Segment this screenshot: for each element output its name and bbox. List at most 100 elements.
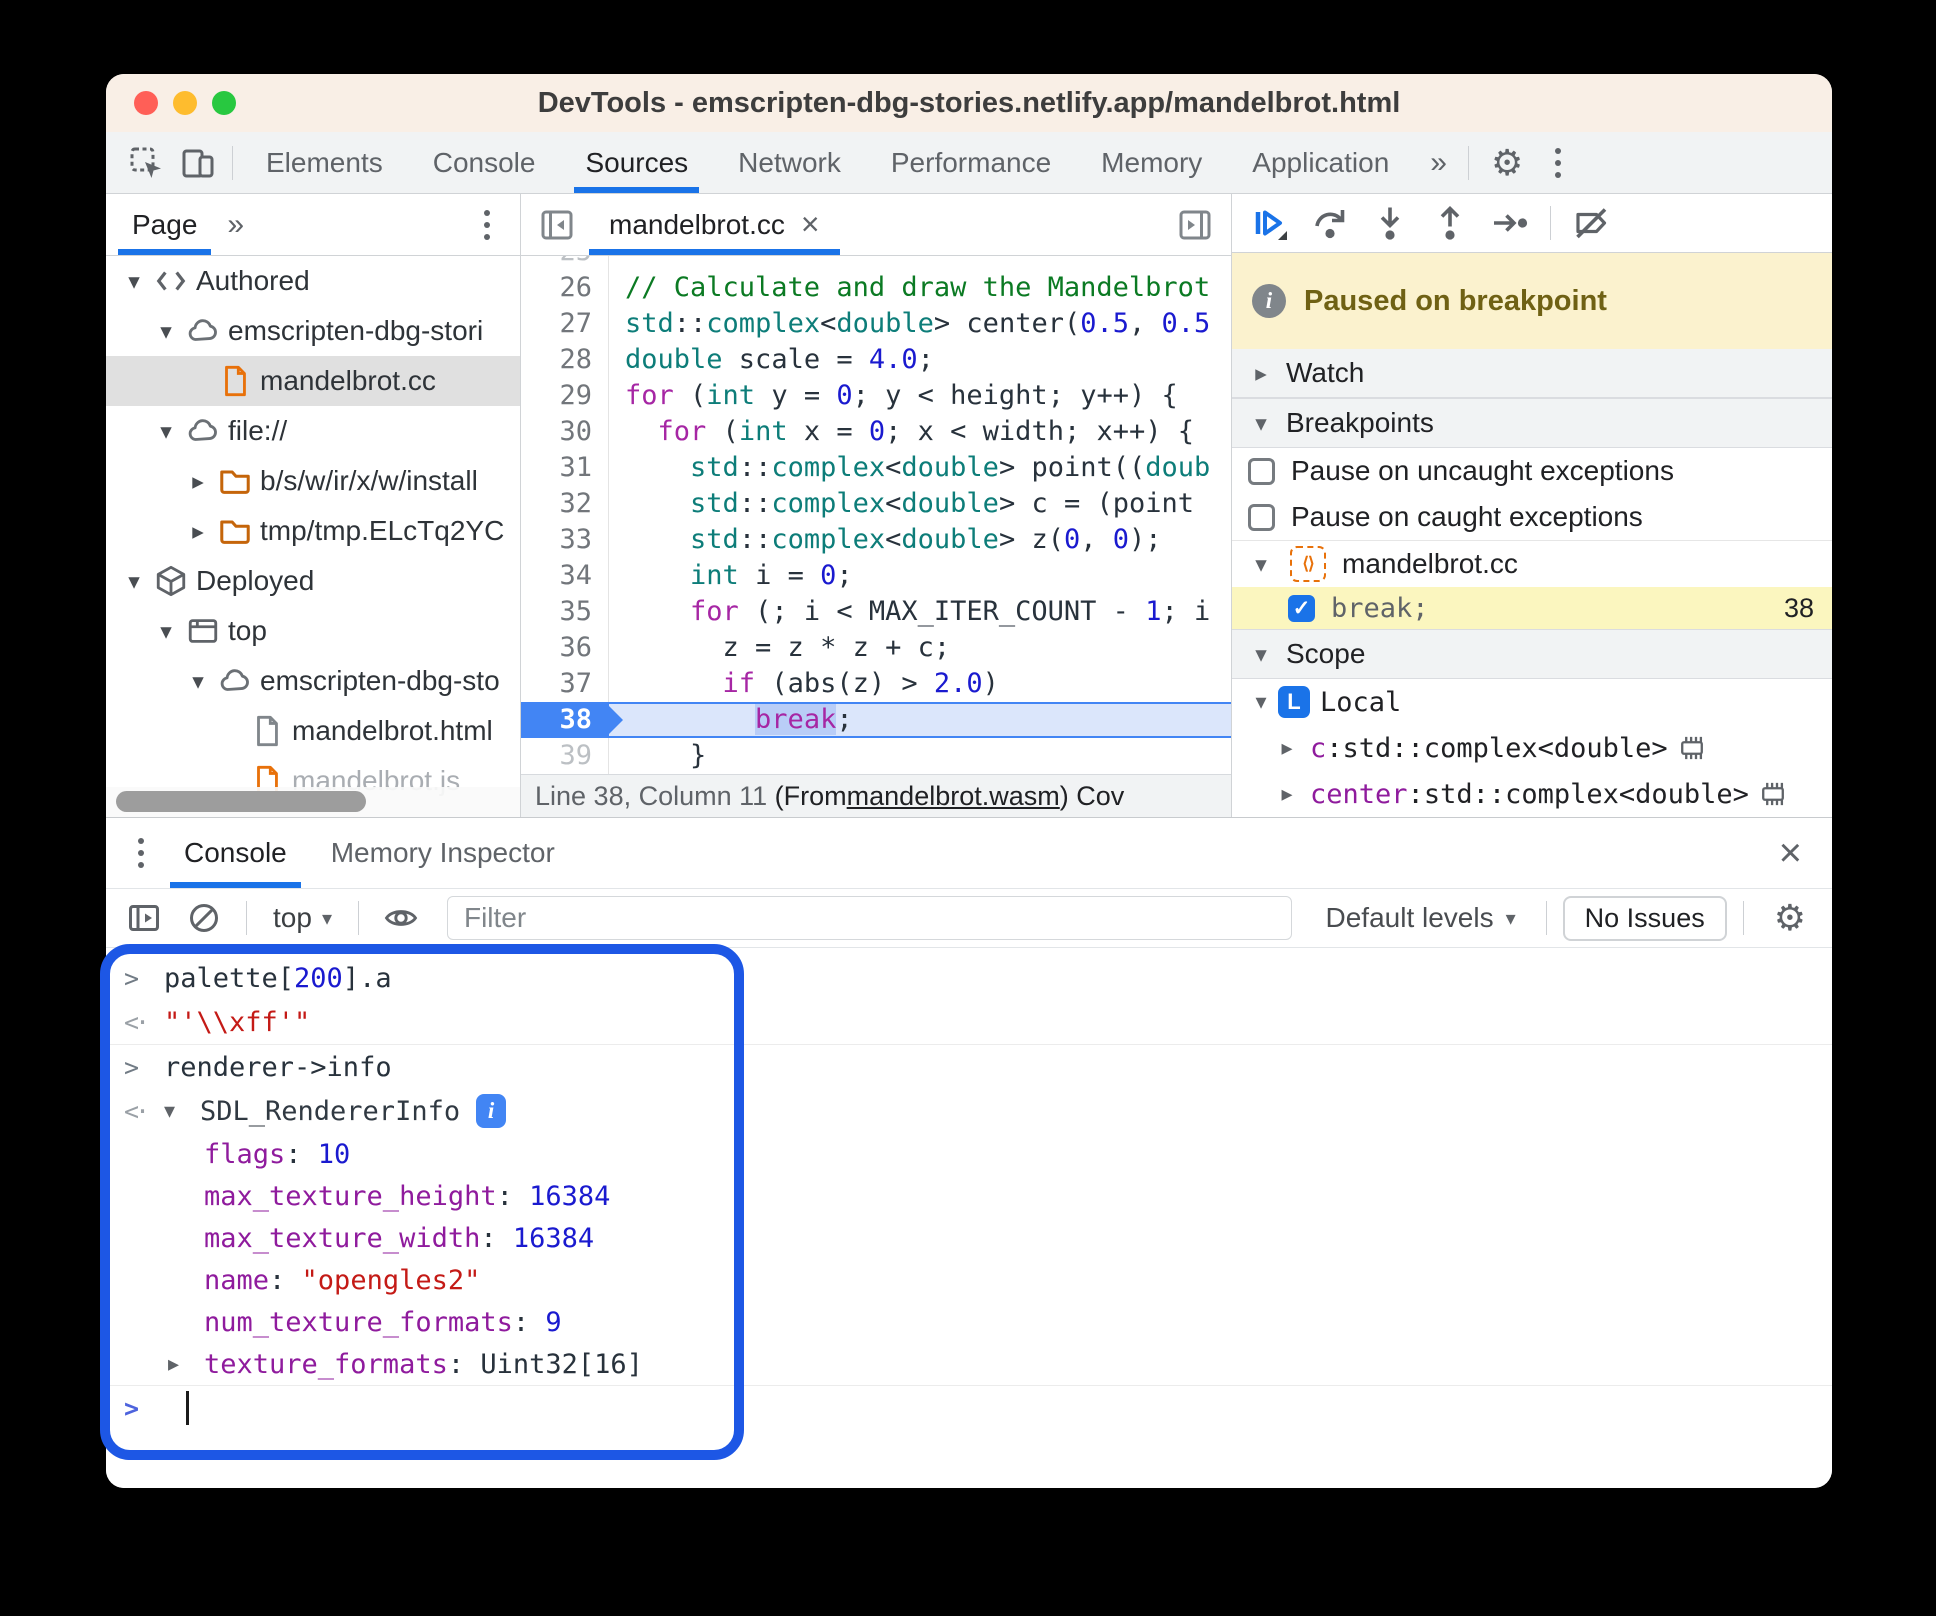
line-number[interactable]: 25 bbox=[521, 256, 609, 270]
chevron-down-icon[interactable]: ▾ bbox=[118, 268, 150, 295]
chevron-right-icon[interactable]: ▸ bbox=[168, 1351, 204, 1377]
console-prompt-input[interactable]: > bbox=[106, 1386, 1832, 1430]
tree-item-emscripten-dbg-sto[interactable]: ▾ emscripten-dbg-sto bbox=[106, 656, 520, 706]
code-line-27[interactable]: 27 std::complex<double> center(0.5, 0.5 bbox=[521, 306, 1231, 342]
sidebar-hscroll-thumb[interactable] bbox=[116, 791, 366, 812]
code-line-32[interactable]: 32 std::complex<double> c = (point bbox=[521, 486, 1231, 522]
close-tab-icon[interactable]: × bbox=[801, 206, 820, 243]
close-drawer-icon[interactable]: × bbox=[1763, 833, 1818, 873]
code-line-36[interactable]: 36 z = z * z + c; bbox=[521, 630, 1231, 666]
log-levels-select[interactable]: Default levels ▾ bbox=[1312, 902, 1530, 934]
breakpoint-file-row[interactable]: ▾ ⟨⟩ mandelbrot.cc bbox=[1232, 540, 1832, 587]
chevron-down-icon[interactable]: ▾ bbox=[150, 618, 182, 645]
expand-debugger-icon[interactable] bbox=[1169, 199, 1221, 251]
line-number[interactable]: 34 bbox=[521, 558, 609, 594]
tree-item-b-s-w-ir-x-w-install[interactable]: ▸ b/s/w/ir/x/w/install bbox=[106, 456, 520, 506]
code-line-35[interactable]: 35 for (; i < MAX_ITER_COUNT - 1; i bbox=[521, 594, 1231, 630]
code-line-34[interactable]: 34 int i = 0; bbox=[521, 558, 1231, 594]
tab-performance[interactable]: Performance bbox=[866, 132, 1076, 193]
clear-console-icon[interactable] bbox=[178, 892, 230, 944]
console-filter-input[interactable] bbox=[446, 896, 1292, 940]
minimize-window-button[interactable] bbox=[173, 91, 197, 115]
live-expression-eye-icon[interactable] bbox=[375, 892, 427, 944]
collapse-sidebar-icon[interactable] bbox=[531, 199, 583, 251]
line-number[interactable]: 39 bbox=[521, 738, 609, 774]
tab-network[interactable]: Network bbox=[713, 132, 866, 193]
chevron-right-icon[interactable]: ▸ bbox=[182, 518, 214, 545]
no-issues-button[interactable]: No Issues bbox=[1562, 895, 1727, 941]
code-line-33[interactable]: 33 std::complex<double> z(0, 0); bbox=[521, 522, 1231, 558]
pause-caught-checkbox[interactable] bbox=[1248, 503, 1275, 531]
more-navigator-tabs-icon[interactable]: » bbox=[211, 208, 257, 242]
breakpoint-entry-row[interactable]: ✓ break; 38 bbox=[1232, 587, 1832, 629]
code-line-26[interactable]: 26 // Calculate and draw the Mandelbrot bbox=[521, 270, 1231, 306]
close-window-button[interactable] bbox=[134, 91, 158, 115]
inspect-element-icon[interactable] bbox=[120, 137, 172, 189]
step-into-icon[interactable] bbox=[1362, 197, 1418, 249]
chevron-right-icon[interactable]: ▸ bbox=[182, 468, 214, 495]
tab-console[interactable]: Console bbox=[162, 818, 309, 888]
pause-uncaught-checkbox[interactable] bbox=[1248, 457, 1275, 485]
line-number[interactable]: 30 bbox=[521, 414, 609, 450]
maximize-window-button[interactable] bbox=[212, 91, 236, 115]
chevron-right-icon[interactable]: ▸ bbox=[1272, 781, 1302, 807]
wasm-source-link[interactable]: mandelbrot.wasm bbox=[847, 781, 1060, 812]
tab-memory[interactable]: Memory bbox=[1076, 132, 1227, 193]
scope-var-center[interactable]: ▸ center: std::complex<double> bbox=[1232, 771, 1832, 817]
code-line-30[interactable]: 30 for (int x = 0; x < width; x++) { bbox=[521, 414, 1231, 450]
chevron-down-icon[interactable]: ▾ bbox=[118, 568, 150, 595]
memory-icon[interactable] bbox=[1757, 778, 1789, 810]
tab-elements[interactable]: Elements bbox=[241, 132, 408, 193]
code-line-29[interactable]: 29 for (int y = 0; y < height; y++) { bbox=[521, 378, 1231, 414]
console-sidebar-icon[interactable] bbox=[118, 892, 170, 944]
section-watch[interactable]: ▸ Watch bbox=[1232, 349, 1832, 398]
line-number[interactable]: 26 bbox=[521, 270, 609, 306]
drawer-kebab-icon[interactable] bbox=[120, 838, 162, 868]
code-line-37[interactable]: 37 if (abs(z) > 2.0) bbox=[521, 666, 1231, 702]
navigator-kebab-icon[interactable] bbox=[466, 209, 508, 240]
editor-tab-mandelbrot-cc[interactable]: mandelbrot.cc × bbox=[589, 194, 840, 255]
line-number[interactable]: 28 bbox=[521, 342, 609, 378]
line-number[interactable]: 29 bbox=[521, 378, 609, 414]
more-tabs-icon[interactable]: » bbox=[1414, 146, 1460, 180]
step-over-icon[interactable] bbox=[1302, 197, 1358, 249]
code-line-28[interactable]: 28 double scale = 4.0; bbox=[521, 342, 1231, 378]
tab-page[interactable]: Page bbox=[118, 194, 212, 255]
chevron-down-icon[interactable]: ▾ bbox=[150, 418, 182, 445]
console-input-expression[interactable]: renderer->info bbox=[164, 1052, 392, 1083]
console-input-expression[interactable]: palette[200].a bbox=[164, 963, 392, 994]
code-line-25[interactable]: 25 bbox=[521, 256, 1231, 270]
info-badge-icon[interactable]: i bbox=[476, 1094, 507, 1128]
tree-item-authored[interactable]: ▾ Authored bbox=[106, 256, 520, 306]
chevron-down-icon[interactable]: ▾ bbox=[164, 1098, 200, 1124]
resume-script-icon[interactable] bbox=[1242, 197, 1298, 249]
chevron-down-icon[interactable]: ▾ bbox=[150, 318, 182, 345]
tab-application[interactable]: Application bbox=[1227, 132, 1414, 193]
deactivate-breakpoints-icon[interactable] bbox=[1563, 197, 1619, 249]
tree-item-emscripten-dbg-stori[interactable]: ▾ emscripten-dbg-stori bbox=[106, 306, 520, 356]
tab-console[interactable]: Console bbox=[408, 132, 561, 193]
tree-item-tmp-tmp.elctq2yc[interactable]: ▸ tmp/tmp.ELcTq2YC bbox=[106, 506, 520, 556]
chevron-right-icon[interactable]: ▸ bbox=[1272, 735, 1302, 761]
code-line-38[interactable]: 38 break; bbox=[521, 702, 1231, 738]
tab-memory-inspector[interactable]: Memory Inspector bbox=[309, 818, 577, 888]
line-number[interactable]: 31 bbox=[521, 450, 609, 486]
code-line-39[interactable]: 39 } bbox=[521, 738, 1231, 774]
device-toolbar-icon[interactable] bbox=[172, 137, 224, 189]
tab-sources[interactable]: Sources bbox=[560, 132, 713, 193]
step-out-icon[interactable] bbox=[1422, 197, 1478, 249]
execution-context-select[interactable]: top ▾ bbox=[263, 902, 342, 934]
console-settings-gear-icon[interactable]: ⚙︎ bbox=[1760, 897, 1820, 939]
line-number[interactable]: 36 bbox=[521, 630, 609, 666]
line-number[interactable]: 38 bbox=[521, 702, 623, 738]
scope-var-c[interactable]: ▸ c: std::complex<double> bbox=[1232, 725, 1832, 771]
main-menu-kebab-icon[interactable] bbox=[1537, 147, 1579, 178]
line-number[interactable]: 33 bbox=[521, 522, 609, 558]
line-number[interactable]: 35 bbox=[521, 594, 609, 630]
tree-item-top[interactable]: ▾ top bbox=[106, 606, 520, 656]
tree-item-mandelbrot.cc[interactable]: mandelbrot.cc bbox=[106, 356, 520, 406]
code-line-31[interactable]: 31 std::complex<double> point((doub bbox=[521, 450, 1231, 486]
tree-item-mandelbrot.html[interactable]: mandelbrot.html bbox=[106, 706, 520, 756]
chevron-down-icon[interactable]: ▾ bbox=[182, 668, 214, 695]
line-number[interactable]: 27 bbox=[521, 306, 609, 342]
